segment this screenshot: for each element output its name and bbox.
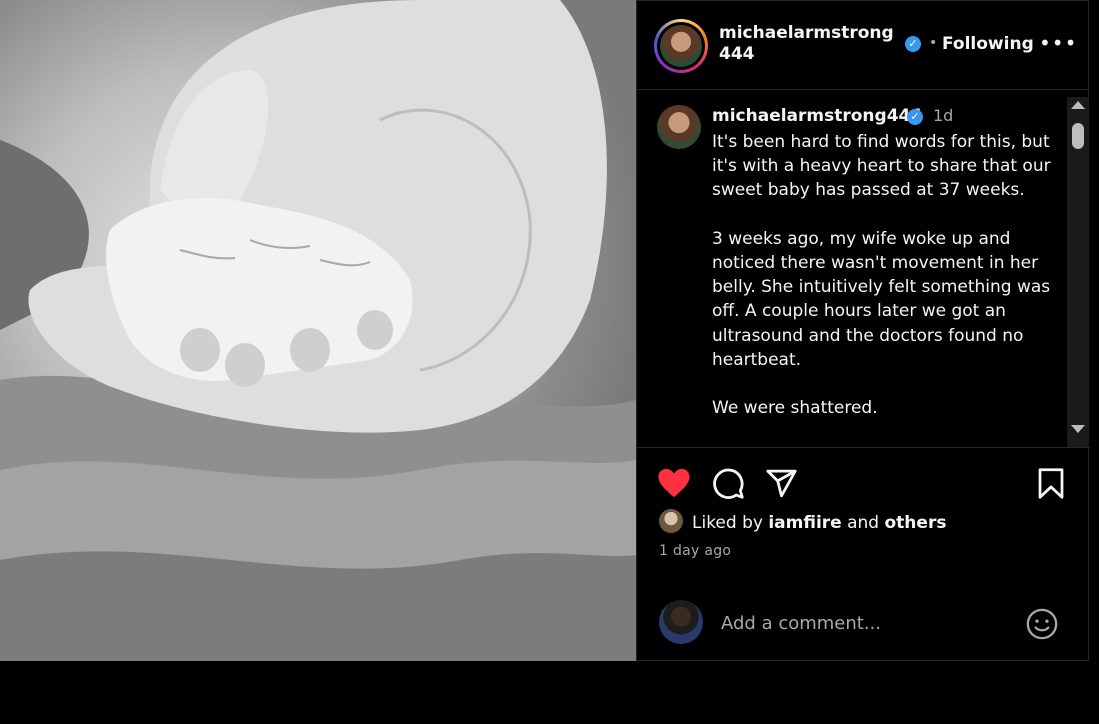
post-header: michaelarmstrong444 ✓ • Following ••• — [637, 1, 1090, 90]
post-detail-panel: michaelarmstrong444 ✓ • Following ••• mi… — [636, 0, 1090, 662]
following-button[interactable]: Following — [942, 34, 1034, 54]
photo-illustration — [0, 0, 636, 661]
liker-avatar[interactable] — [659, 509, 683, 533]
separator-dot: • — [929, 35, 938, 51]
caption-username[interactable]: michaelarmstrong444 — [712, 106, 922, 126]
liked-by-text: Liked by iamfiire and others — [692, 513, 947, 533]
current-user-avatar — [659, 600, 703, 644]
post-author-username[interactable]: michaelarmstrong444 — [719, 23, 904, 65]
more-options-icon[interactable]: ••• — [1039, 31, 1077, 55]
scroll-down-arrow[interactable] — [1071, 425, 1085, 433]
caption-scrollbar[interactable] — [1067, 97, 1089, 447]
bookmark-icon[interactable] — [1036, 467, 1066, 504]
emoji-icon[interactable] — [1025, 607, 1059, 645]
caption-avatar[interactable] — [657, 105, 701, 149]
verified-badge-icon: ✓ — [907, 109, 923, 125]
comment-icon[interactable] — [712, 467, 745, 504]
avatar-story-ring[interactable] — [654, 19, 708, 73]
verified-badge-icon: ✓ — [905, 36, 921, 52]
post-timestamp: 1 day ago — [659, 543, 732, 559]
post-photo[interactable] — [0, 0, 636, 661]
caption-area[interactable]: michaelarmstrong444 ✓ 1d It's been hard … — [637, 89, 1090, 448]
likes-others-link[interactable]: others — [885, 513, 947, 533]
post-actions: Liked by iamfiire and others 1 day ago — [637, 447, 1090, 662]
caption-timestamp: 1d — [933, 106, 954, 125]
share-icon[interactable] — [765, 467, 798, 504]
caption-text: It's been hard to find words for this, b… — [712, 132, 1051, 419]
comment-input[interactable] — [719, 609, 1013, 637]
scroll-thumb[interactable] — [1072, 123, 1084, 149]
avatar — [660, 25, 702, 67]
liker-username[interactable]: iamfiire — [768, 513, 841, 533]
scroll-up-arrow[interactable] — [1071, 101, 1085, 109]
heart-icon[interactable] — [657, 467, 691, 503]
